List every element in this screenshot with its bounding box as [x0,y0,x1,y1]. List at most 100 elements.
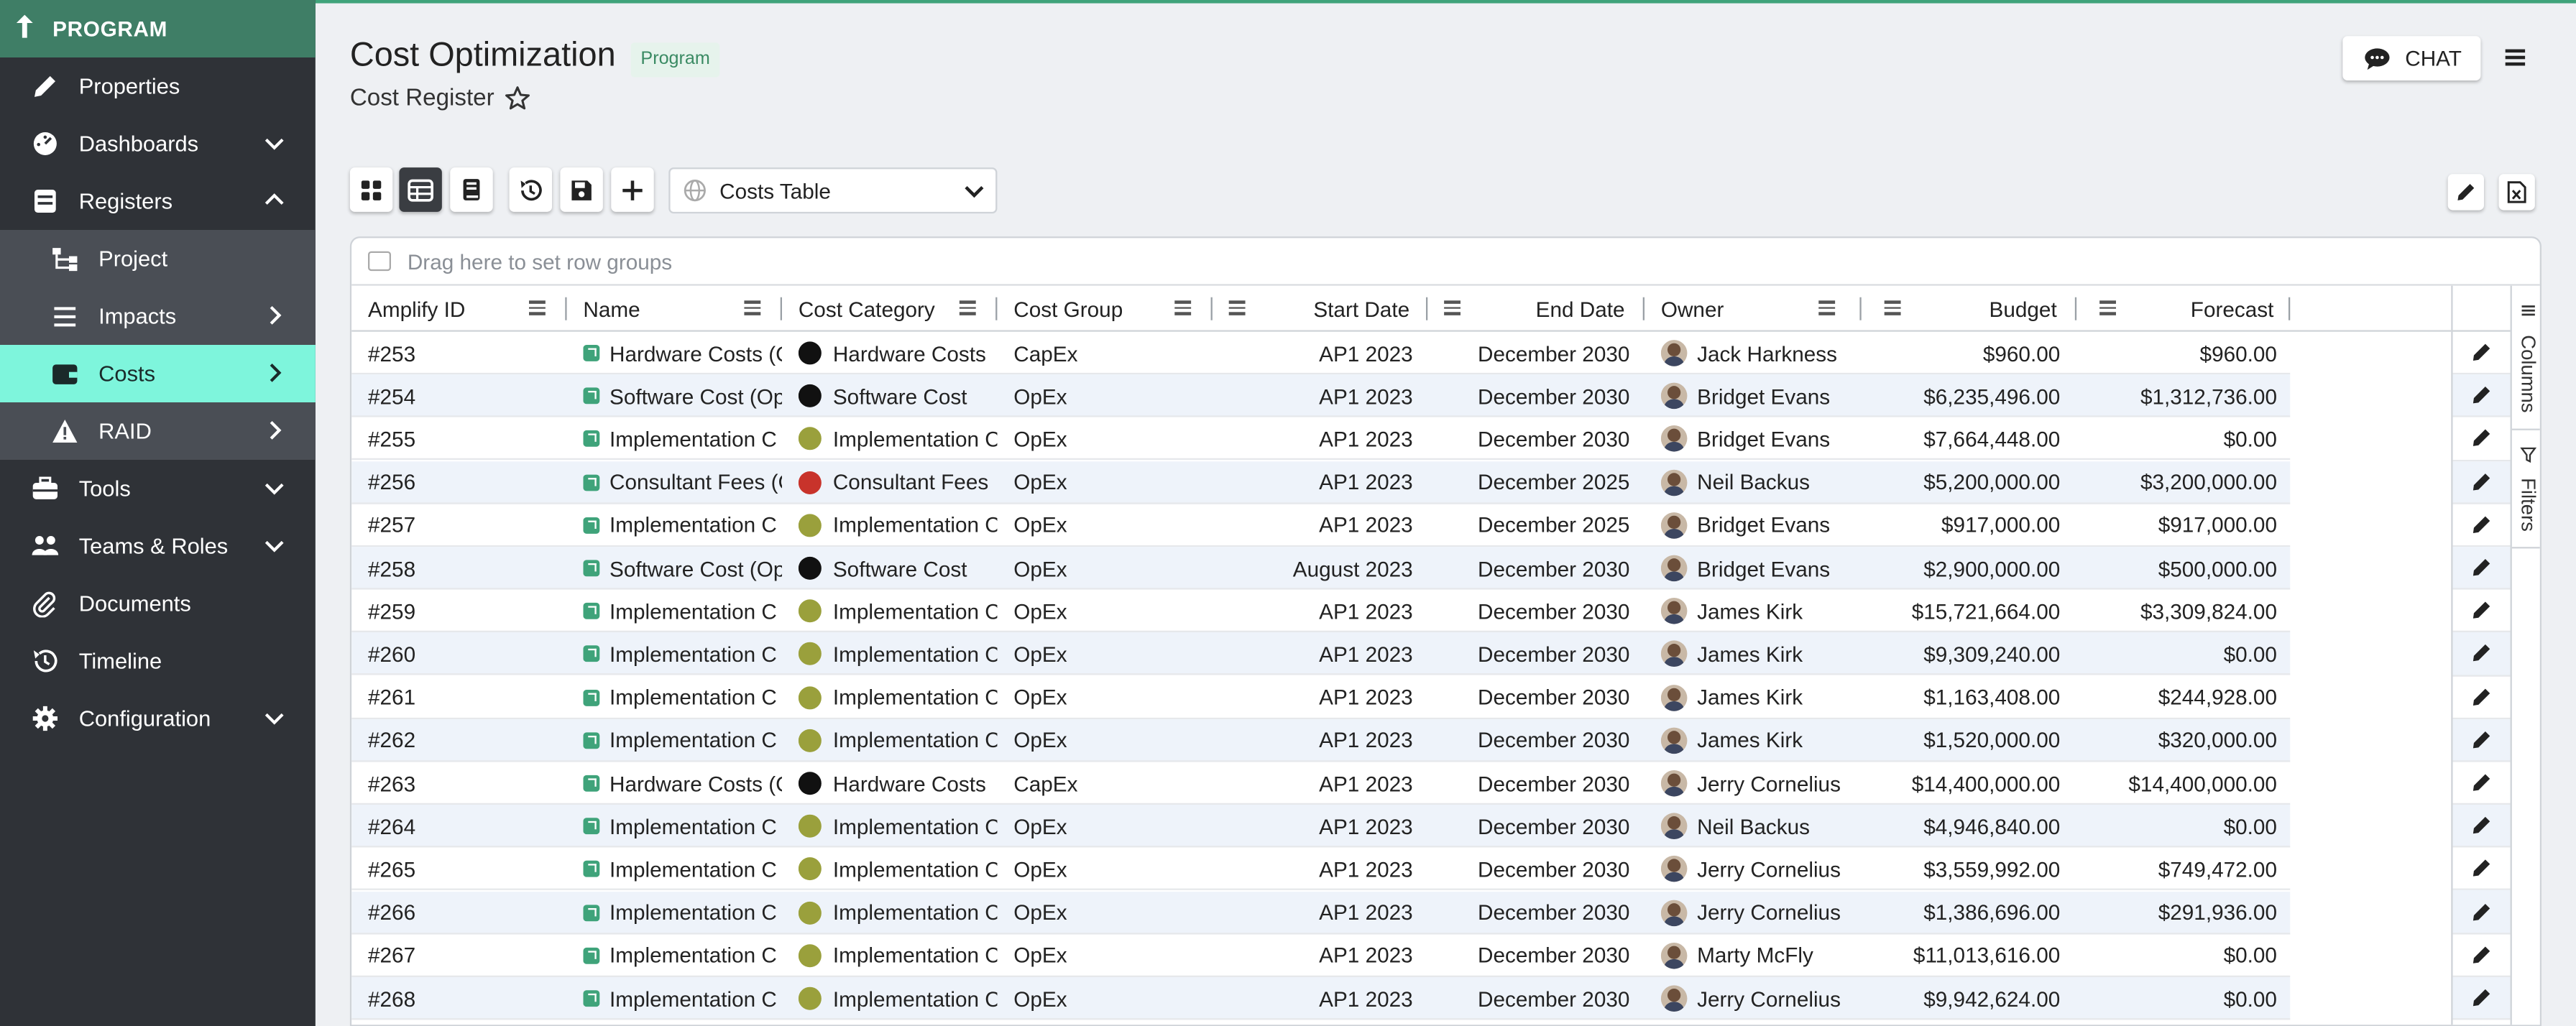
table-row[interactable]: #264 Implementation C Implementation C OpEx… [351,805,2291,848]
row-edit-button[interactable] [2452,374,2511,418]
column-header-owner[interactable]: Owner [1661,286,1841,332]
cost-name[interactable]: Implementation C [610,814,777,838]
row-edit-button[interactable] [2452,890,2511,934]
cell-name[interactable]: Software Cost (Op [583,375,782,417]
view-select[interactable]: Costs Table [668,167,998,214]
column-menu-icon[interactable] [744,300,761,315]
column-menu-icon[interactable] [528,300,546,315]
column-header-forecast[interactable]: Forecast [2097,286,2274,332]
cost-name[interactable]: Hardware Costs (C [610,341,782,365]
open-link-icon[interactable] [583,560,600,577]
open-link-icon[interactable] [583,689,600,706]
cost-name[interactable]: Implementation C [610,986,777,1011]
sidebar-item-tools[interactable]: Tools [0,460,316,517]
edit-mode-button[interactable] [2447,174,2484,211]
report-view-button[interactable] [450,167,493,212]
chevron-down-icon[interactable] [263,706,286,729]
column-menu-icon[interactable] [1228,300,1246,315]
open-link-icon[interactable] [583,904,600,921]
column-resize-handle[interactable] [1425,297,1428,320]
column-header-name[interactable]: Name [583,286,763,332]
column-resize-handle[interactable] [1210,297,1213,320]
cell-name[interactable]: Software Cost (Op [583,547,782,589]
sidebar-item-impacts[interactable]: Impacts [0,287,316,345]
row-edit-button[interactable] [2452,848,2511,891]
row-edit-button[interactable] [2452,546,2511,590]
open-link-icon[interactable] [583,517,600,534]
open-link-icon[interactable] [583,775,600,792]
table-row[interactable]: #256 Consultant Fees (C Consultant Fees OpE… [351,461,2291,504]
sidebar-item-registers[interactable]: Registers [0,172,316,230]
table-row[interactable]: #268 Implementation C Implementation C OpEx… [351,976,2291,1020]
cost-name[interactable]: Consultant Fees (C [610,470,782,494]
column-header-budget[interactable]: Budget [1880,286,2057,332]
sidebar-item-project[interactable]: Project [0,229,316,287]
row-edit-button[interactable] [2452,332,2511,375]
cost-name[interactable]: Implementation C [610,728,777,752]
table-row[interactable]: #257 Implementation C Implementation C OpEx… [351,504,2291,547]
table-row[interactable]: #255 Implementation C Implementation C OpEx… [351,417,2291,461]
table-row[interactable]: #267 Implementation C Implementation C OpEx… [351,934,2291,977]
column-header-cost-group[interactable]: Cost Group [1013,286,1178,332]
columns-tab[interactable]: Columns [2511,295,2540,430]
column-resize-handle[interactable] [565,297,567,320]
row-edit-button[interactable] [2452,976,2511,1020]
table-row[interactable]: #263 Hardware Costs (C Hardware Costs CapEx… [351,762,2291,805]
chevron-down-icon[interactable] [263,534,286,557]
cell-name[interactable]: Implementation C [583,417,782,460]
cell-name[interactable]: Consultant Fees (C [583,461,782,503]
cell-name[interactable]: Implementation C [583,590,782,632]
cell-name[interactable]: Implementation C [583,977,782,1020]
cost-name[interactable]: Hardware Costs (C [610,771,782,795]
sidebar-item-documents[interactable]: Documents [0,575,316,632]
history-button[interactable] [509,167,552,212]
save-button[interactable] [560,167,603,212]
cost-name[interactable]: Implementation C [610,900,777,925]
chat-button[interactable]: CHAT [2342,36,2481,80]
chevron-right-icon[interactable] [263,304,286,327]
cost-name[interactable]: Implementation C [610,943,777,968]
table-row[interactable]: #260 Implementation C Implementation C OpEx… [351,632,2291,676]
add-button[interactable] [611,167,654,212]
chevron-right-icon[interactable] [263,419,286,442]
cell-name[interactable]: Implementation C [583,676,782,718]
cell-name[interactable]: Hardware Costs (C [583,762,782,805]
row-edit-button[interactable] [2452,632,2511,676]
row-edit-button[interactable] [2452,718,2511,762]
cell-name[interactable]: Implementation C [583,719,782,762]
open-link-icon[interactable] [583,387,600,405]
cost-name[interactable]: Implementation C [610,857,777,882]
cost-name[interactable]: Implementation C [610,599,777,624]
cost-name[interactable]: Implementation C [610,427,777,451]
chevron-up-icon[interactable] [263,189,286,212]
cost-name[interactable]: Implementation C [610,513,777,537]
column-menu-icon[interactable] [1444,300,1460,315]
open-link-icon[interactable] [583,947,600,964]
row-group-drop-zone[interactable]: Drag here to set row groups [351,238,2540,286]
chevron-down-icon[interactable] [263,131,286,154]
open-link-icon[interactable] [583,473,600,491]
table-view-button[interactable] [399,167,442,212]
cell-name[interactable]: Implementation C [583,504,782,546]
column-resize-handle[interactable] [2074,297,2077,320]
sidebar-item-costs[interactable]: Costs [0,344,316,402]
table-row[interactable]: #254 Software Cost (Op Software Cost OpEx AP… [351,374,2291,417]
open-link-icon[interactable] [583,861,600,878]
row-edit-button[interactable] [2452,417,2511,461]
cost-name[interactable]: Software Cost (Op [610,384,782,408]
row-edit-button[interactable] [2452,934,2511,977]
table-row[interactable]: #253 Hardware Costs (C Hardware Costs CapEx… [351,332,2291,375]
cost-name[interactable]: Software Cost (Op [610,556,782,581]
sidebar-item-dashboards[interactable]: Dashboards [0,115,316,172]
open-link-icon[interactable] [583,731,600,749]
row-edit-button[interactable] [2452,461,2511,504]
chevron-down-icon[interactable] [263,476,286,499]
row-edit-button[interactable] [2452,590,2511,633]
cost-name[interactable]: Implementation C [610,642,777,666]
export-excel-button[interactable] [2498,174,2535,211]
column-resize-handle[interactable] [780,297,782,320]
column-resize-handle[interactable] [995,297,998,320]
open-link-icon[interactable] [583,344,600,361]
filters-tab[interactable]: Filters [2511,440,2540,549]
column-header-start-date[interactable]: Start Date [1225,286,1409,332]
